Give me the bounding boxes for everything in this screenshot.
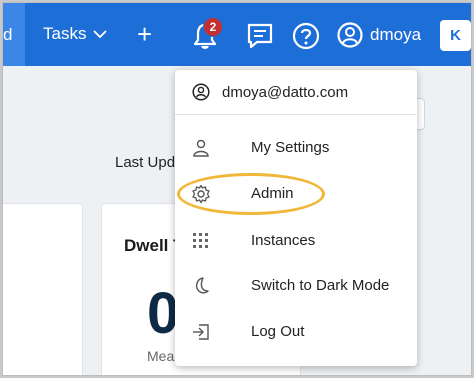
menu-item-log-out[interactable]: Log Out [175,312,417,352]
menu-item-label: Log Out [251,323,305,340]
tasks-label: Tasks [43,24,87,43]
chat-icon[interactable] [245,21,275,51]
help-icon[interactable] [291,21,321,51]
brand-logo[interactable]: K [440,20,471,51]
app-window: Last Upd Dwell T 0 Mea d Tasks + 2 dmoya… [2,2,472,376]
menu-item-instances[interactable]: Instances [175,221,417,261]
menu-item-label: Switch to Dark Mode [251,277,390,294]
card-caption: Mea [147,348,175,364]
person-icon [193,139,209,157]
user-dropdown-menu: dmoya@datto.com My Settings Admin Instan… [175,70,417,366]
account-icon [192,83,210,101]
logout-icon [193,324,209,340]
moon-icon [195,277,209,294]
menu-item-dark-mode[interactable]: Switch to Dark Mode [175,266,417,306]
menu-item-label: My Settings [251,139,330,156]
add-icon[interactable]: + [137,21,152,47]
gear-icon [192,184,210,204]
menu-item-admin[interactable]: Admin [175,174,417,214]
menu-item-label: Admin [251,185,294,202]
grid-icon [193,233,208,248]
nav-tab-active[interactable]: d [3,3,25,66]
menu-item-label: Instances [251,232,316,249]
nav-tab-label: d [3,25,13,44]
username: dmoya [370,25,422,44]
dashboard-card-left [3,203,83,375]
last-updated-label: Last Upd [115,154,176,171]
top-navigation-bar: d Tasks + 2 dmoya K [3,3,471,66]
user-menu-button[interactable]: dmoya [336,21,421,49]
menu-item-my-settings[interactable]: My Settings [175,128,417,168]
chevron-down-icon [93,30,108,39]
tasks-menu[interactable]: Tasks [43,24,108,44]
user-avatar-icon [337,22,363,48]
notification-badge: 2 [203,17,223,37]
account-email-row: dmoya@datto.com [175,70,417,115]
account-email: dmoya@datto.com [222,84,349,101]
